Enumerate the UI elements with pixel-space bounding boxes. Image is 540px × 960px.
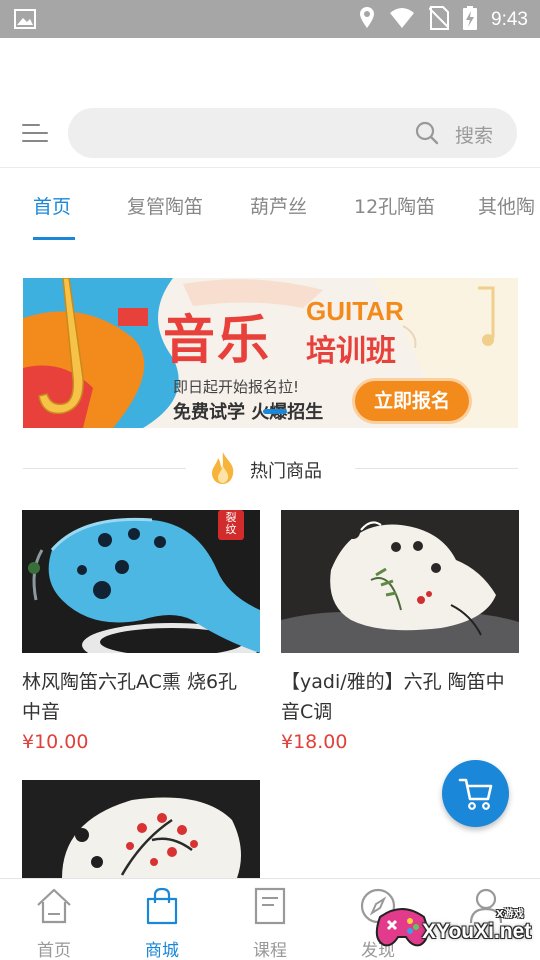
nav-courses[interactable]: 课程 [216,879,324,960]
product-name[interactable]: 【yadi/雅的】六孔 陶笛中音C调 [281,667,519,727]
status-time: 9:43 [491,9,528,30]
home-icon [36,887,72,929]
banner-title-cn: 音乐 [163,311,272,371]
search-header: 搜索 [0,108,540,158]
promo-banner[interactable]: 音乐 GUITAR 培训班 即日起开始报名拉! 免费试学 火爆招生 立即报名 [23,278,518,428]
status-bar: 9:43 [0,0,540,38]
banner-cta-button[interactable]: 立即报名 [355,381,469,421]
cart-button[interactable] [442,760,509,827]
nav-mall-label: 商城 [145,941,179,960]
product-card[interactable] [22,780,260,878]
fire-icon [208,450,238,490]
search-icon[interactable] [415,121,439,149]
product-badge: 裂纹 [225,511,237,536]
banner-title-en: GUITAR [306,296,404,326]
nav-home-label: 首页 [37,941,71,960]
tab-other-ocarina[interactable]: 其他陶 [478,192,535,219]
tab-home[interactable]: 首页 [33,192,71,219]
tab-double-pipe-ocarina[interactable]: 复管陶笛 [127,192,203,219]
tab-active-indicator [33,237,75,240]
watermark-small-text: X游戏 [496,909,524,920]
shopping-bag-icon [144,887,180,929]
banner-page-indicator [263,409,287,414]
product-name[interactable]: 林风陶笛六孔AC熏 烧6孔中音 [22,667,260,727]
tab-12-hole-ocarina[interactable]: 12孔陶笛 [354,192,435,219]
product-card[interactable]: 【yadi/雅的】六孔 陶笛中音C调 ¥18.00 [281,510,519,753]
nav-mall[interactable]: 商城 [108,879,216,960]
nav-home[interactable]: 首页 [0,879,108,960]
watermark-logo: X游戏 XYouXi.net [372,893,540,955]
image-icon [14,9,36,33]
location-icon [359,6,375,34]
battery-charging-icon [463,6,478,34]
divider-line [355,468,518,469]
no-sim-icon [428,6,450,34]
product-image[interactable] [22,780,260,878]
nav-courses-label: 课程 [253,941,287,960]
product-card[interactable]: 裂纹 林风陶笛六孔AC熏 烧6孔中音 ¥10.00 [22,510,260,753]
divider-line [23,468,186,469]
hot-products-title: 热门商品 [250,461,322,482]
banner-line2: 免费试学 火爆招生 [173,402,324,423]
banner-line1: 即日起开始报名拉! [173,378,300,396]
category-tabs: 首页 复管陶笛 葫芦丝 12孔陶笛 其他陶 [0,168,540,244]
document-icon [252,887,288,929]
banner-subtitle: 培训班 [306,334,396,369]
watermark-text: XYouXi.net [422,920,532,943]
product-price: ¥10.00 [22,731,89,753]
wifi-icon [389,7,415,33]
product-price: ¥18.00 [281,731,348,753]
cart-icon [458,778,493,810]
menu-icon[interactable] [22,120,48,146]
hot-products-header: 热门商品 [0,448,540,488]
search-input[interactable]: 搜索 [68,108,517,158]
tab-hulusi[interactable]: 葫芦丝 [250,192,307,219]
product-image[interactable] [281,510,519,653]
search-placeholder: 搜索 [454,125,493,147]
product-image[interactable]: 裂纹 [22,510,260,653]
